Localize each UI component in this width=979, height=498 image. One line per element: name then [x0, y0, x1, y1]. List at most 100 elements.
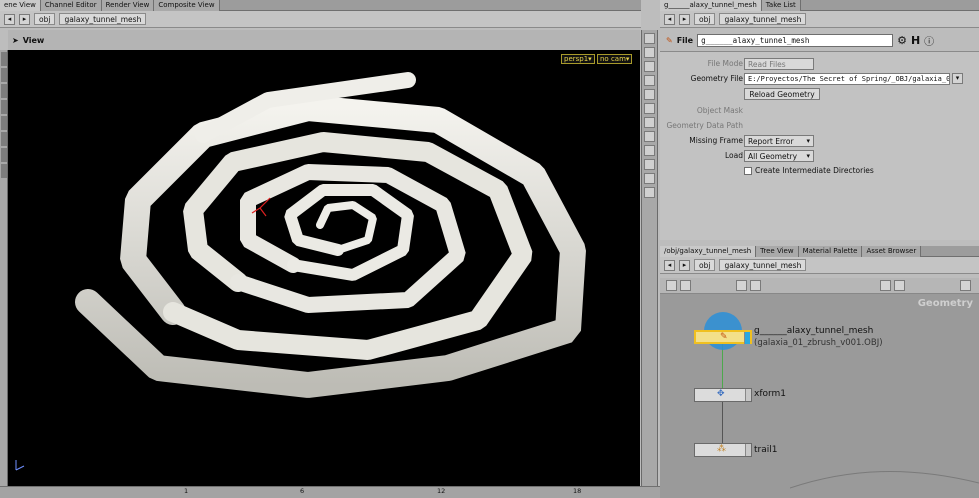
move-tool-icon[interactable]	[1, 68, 7, 82]
param-header: ✎ File g______alaxy_tunnel_mesh ⚙ H ⓘ	[660, 30, 979, 52]
tab-asset-browser[interactable]: Asset Browser	[862, 246, 922, 257]
world-axes-icon	[15, 460, 25, 471]
back-arrow-icon[interactable]: ◂	[4, 13, 15, 25]
viewer-tabbar: ene View Channel Editor Render View Comp…	[0, 0, 641, 11]
forward-arrow-icon[interactable]: ▸	[679, 13, 690, 25]
tab-network[interactable]: /obj/galaxy_tunnel_mesh	[660, 246, 757, 257]
tab-tree-view[interactable]: Tree View	[756, 246, 799, 257]
view-tool-icon[interactable]	[1, 164, 7, 178]
file-mode-label: File Mode	[707, 59, 743, 68]
geometry-file-field[interactable]: E:/Proyectos/The Secret of Spring/_OBJ/g…	[744, 73, 950, 85]
tab-channel-editor[interactable]: Channel Editor	[40, 0, 102, 11]
viewer-title: View	[22, 35, 45, 45]
breadcrumb-obj[interactable]: obj	[694, 259, 716, 271]
wireframe-icon[interactable]	[644, 75, 655, 86]
reload-geometry-button[interactable]: Reload Geometry	[744, 88, 820, 100]
tab-material-palette[interactable]: Material Palette	[798, 246, 863, 257]
select-tool-icon[interactable]	[1, 52, 7, 66]
node-type-label: File	[676, 36, 694, 45]
persp-menu[interactable]: persp1▾	[561, 54, 595, 64]
list-mode-icon[interactable]	[666, 280, 677, 291]
ghost-icon[interactable]	[644, 61, 655, 72]
pose-tool-icon[interactable]	[1, 132, 7, 146]
forward-arrow-icon[interactable]: ▸	[19, 13, 30, 25]
info-icon[interactable]: ⓘ	[924, 33, 934, 48]
shaded-icon[interactable]	[644, 89, 655, 100]
tab-parameters[interactable]: g______alaxy_tunnel_mesh	[660, 0, 762, 11]
row-object-mask: Object Mask	[660, 104, 979, 118]
tab-take-list[interactable]: Take List	[761, 0, 801, 11]
scale-tool-icon[interactable]	[1, 100, 7, 114]
galaxy-spiral-mesh	[15, 72, 586, 471]
create-dirs-label: Create Intermediate Directories	[755, 166, 874, 175]
normals-icon[interactable]	[644, 131, 655, 142]
color-palette-icon[interactable]	[880, 280, 891, 291]
help-icon[interactable]: H	[911, 34, 920, 47]
missing-frame-label: Missing Frame	[689, 136, 743, 145]
connection-wire	[722, 401, 723, 443]
file-sop-icon: ✎	[666, 36, 673, 45]
file-mode-menu[interactable]: Read Files	[744, 58, 814, 70]
left-toolbar	[0, 50, 8, 490]
geometry-file-label: Geometry File	[690, 74, 743, 83]
node-name-field[interactable]: g______alaxy_tunnel_mesh	[697, 34, 894, 47]
houdini-window: ene View Channel Editor Render View Comp…	[0, 0, 979, 498]
display-flag[interactable]	[745, 389, 751, 401]
3d-viewport[interactable]: persp1▾ no cam▾	[8, 50, 640, 486]
camera-menu[interactable]: no cam▾	[597, 54, 633, 64]
layout-icon[interactable]	[736, 280, 747, 291]
zoom-fit-icon[interactable]	[750, 280, 761, 291]
grid-icon[interactable]	[644, 145, 655, 156]
background-icon[interactable]	[644, 159, 655, 170]
network-options-icon[interactable]	[960, 280, 971, 291]
object-mask-label: Object Mask	[696, 106, 743, 115]
shape-palette-icon[interactable]	[894, 280, 905, 291]
forward-arrow-icon[interactable]: ▸	[679, 259, 690, 271]
snapshot-icon[interactable]	[644, 187, 655, 198]
gear-icon[interactable]: ⚙	[897, 34, 907, 47]
breadcrumb-obj[interactable]: obj	[34, 13, 56, 25]
network-context-title: Geometry	[917, 298, 973, 309]
rotate-tool-icon[interactable]	[1, 84, 7, 98]
load-menu[interactable]: All Geometry	[744, 150, 814, 162]
home-icon[interactable]	[644, 47, 655, 58]
view-arrow-icon[interactable]: ➤	[12, 36, 19, 45]
row-create-dirs: Create Intermediate Directories	[660, 164, 979, 178]
points-icon[interactable]	[644, 117, 655, 128]
network-toolbar	[660, 278, 979, 294]
handle-tool-icon[interactable]	[1, 116, 7, 130]
row-file-mode: File Mode Read Files	[660, 57, 979, 71]
lock-icon[interactable]	[644, 33, 655, 44]
breadcrumb-node[interactable]: galaxy_tunnel_mesh	[59, 13, 147, 25]
dot-grid-curve	[790, 471, 979, 489]
display-flag[interactable]	[745, 444, 751, 456]
timeline-tick: 6	[300, 487, 305, 495]
network-editor[interactable]: Geometry ✎ g______alaxy_tunnel_mesh (gal…	[660, 278, 979, 498]
node-trail[interactable]: ⁂	[694, 443, 752, 457]
create-dirs-checkbox[interactable]	[744, 167, 752, 175]
breadcrumb-obj[interactable]: obj	[694, 13, 716, 25]
tab-composite-view[interactable]: Composite View	[154, 0, 220, 11]
network-pathbar: ◂ ▸ obj galaxy_tunnel_mesh	[660, 257, 979, 274]
node-xform[interactable]: ✥	[694, 388, 752, 402]
tab-render-view[interactable]: Render View	[101, 0, 155, 11]
display-flag[interactable]	[744, 332, 750, 344]
node-file[interactable]: ✎	[694, 330, 752, 344]
tab-scene-view[interactable]: ene View	[0, 0, 41, 11]
parameter-editor: ✎ File g______alaxy_tunnel_mesh ⚙ H ⓘ Fi…	[660, 30, 979, 240]
back-arrow-icon[interactable]: ◂	[664, 13, 675, 25]
viewer-titlebar: ➤ View	[8, 30, 640, 50]
missing-frame-menu[interactable]: Report Error	[744, 135, 814, 147]
back-arrow-icon[interactable]: ◂	[664, 259, 675, 271]
row-load: Load All Geometry	[660, 149, 979, 163]
tile-mode-icon[interactable]	[680, 280, 691, 291]
file-chooser-icon[interactable]: ▾	[952, 73, 963, 84]
display-options-toolbar	[641, 30, 658, 490]
params-pathbar: ◂ ▸ obj galaxy_tunnel_mesh	[660, 11, 979, 28]
lighting-icon[interactable]	[644, 103, 655, 114]
breadcrumb-node[interactable]: galaxy_tunnel_mesh	[719, 259, 807, 271]
node-label: g______alaxy_tunnel_mesh	[754, 326, 874, 336]
camera-icon[interactable]	[644, 173, 655, 184]
breadcrumb-node[interactable]: galaxy_tunnel_mesh	[719, 13, 807, 25]
snap-tool-icon[interactable]	[1, 148, 7, 162]
